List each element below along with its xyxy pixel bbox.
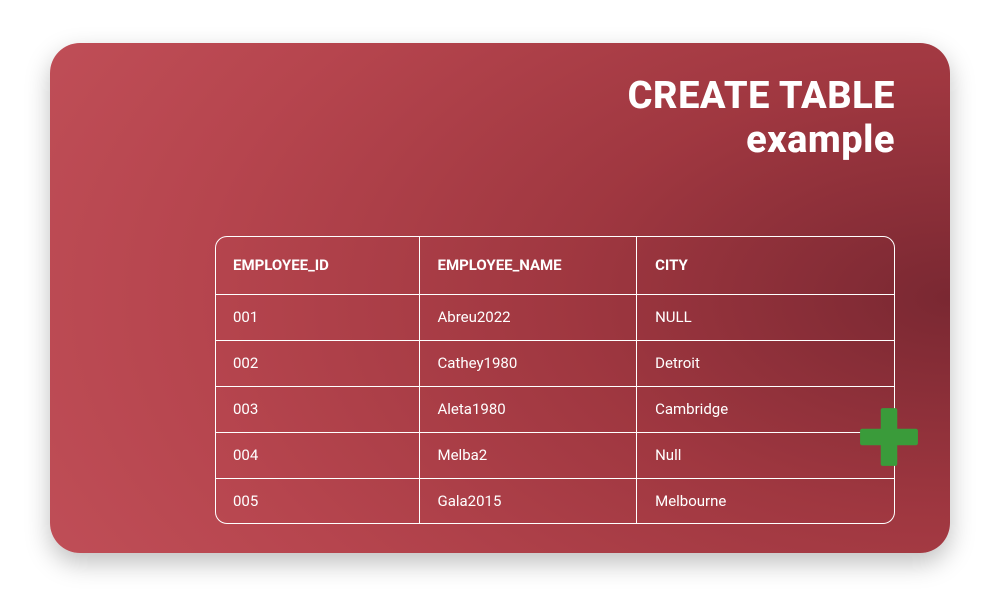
- cell-employee-id: 003: [215, 386, 419, 432]
- cell-city: Cambridge: [637, 386, 895, 432]
- title-line-2: example: [105, 119, 895, 163]
- table-row: 005 Gala2015 Melbourne: [215, 478, 895, 524]
- table-row: 001 Abreu2022 NULL: [215, 294, 895, 340]
- cell-employee-id: 002: [215, 340, 419, 386]
- cell-employee-id: 005: [215, 478, 419, 524]
- table-row: 004 Melba2 Null: [215, 432, 895, 478]
- cell-employee-name: Melba2: [419, 432, 637, 478]
- cell-city: Melbourne: [637, 478, 895, 524]
- column-header-city: CITY: [637, 236, 895, 294]
- cell-employee-name: Aleta1980: [419, 386, 637, 432]
- card: CREATE TABLE example EMPLOYEE_ID EMPLOYE…: [50, 43, 950, 553]
- title-line-1: CREATE TABLE: [105, 75, 895, 119]
- cell-employee-name: Cathey1980: [419, 340, 637, 386]
- table-header-row: EMPLOYEE_ID EMPLOYEE_NAME CITY: [215, 236, 895, 294]
- table-container: EMPLOYEE_ID EMPLOYEE_NAME CITY 001 Abreu…: [215, 236, 895, 524]
- cell-employee-id: 004: [215, 432, 419, 478]
- table-row: 003 Aleta1980 Cambridge: [215, 386, 895, 432]
- cell-employee-name: Gala2015: [419, 478, 637, 524]
- cell-city: Null: [637, 432, 895, 478]
- plus-icon: [858, 406, 920, 468]
- cell-city: Detroit: [637, 340, 895, 386]
- cell-employee-name: Abreu2022: [419, 294, 637, 340]
- page-title: CREATE TABLE example: [105, 75, 895, 162]
- cell-city: NULL: [637, 294, 895, 340]
- cell-employee-id: 001: [215, 294, 419, 340]
- table-row: 002 Cathey1980 Detroit: [215, 340, 895, 386]
- column-header-employee-name: EMPLOYEE_NAME: [419, 236, 637, 294]
- column-header-employee-id: EMPLOYEE_ID: [215, 236, 419, 294]
- employee-table: EMPLOYEE_ID EMPLOYEE_NAME CITY 001 Abreu…: [215, 236, 895, 524]
